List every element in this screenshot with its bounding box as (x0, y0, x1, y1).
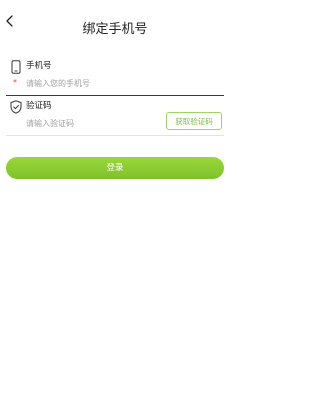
code-label: 验证码 (26, 101, 52, 111)
phone-input[interactable] (26, 77, 166, 89)
login-button[interactable]: 登录 (6, 157, 224, 179)
shield-check-icon (10, 100, 22, 114)
smartphone-icon (11, 60, 21, 74)
phone-underline (6, 95, 224, 96)
top-bar: 绑定手机号 (0, 0, 230, 60)
code-underline (6, 135, 224, 136)
code-field-row: 验证码 获取验证码 (6, 100, 224, 138)
get-code-button[interactable]: 获取验证码 (166, 112, 222, 130)
page-title: 绑定手机号 (82, 22, 148, 37)
phone-field-row: 手机号 * (6, 60, 224, 98)
code-input[interactable] (26, 117, 166, 129)
required-mark: * (13, 78, 17, 87)
phone-label: 手机号 (26, 61, 52, 71)
